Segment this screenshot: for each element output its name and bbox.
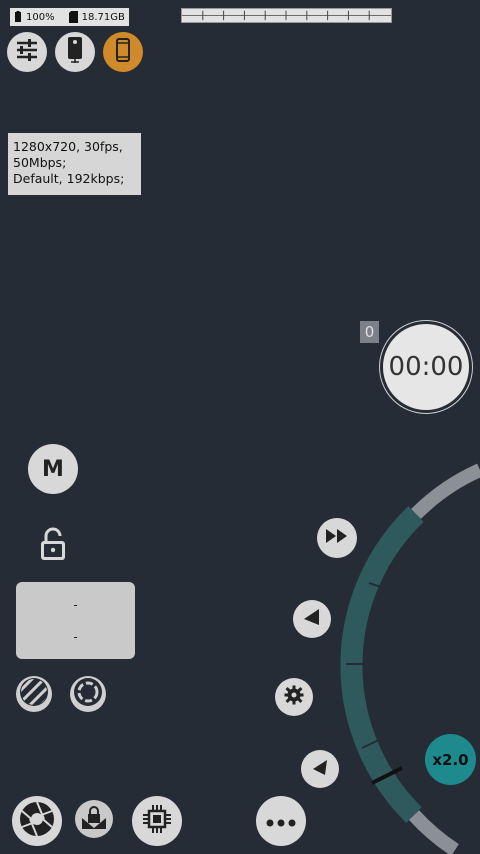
shutter-aperture-icon xyxy=(18,800,56,842)
triangle-left-icon xyxy=(302,607,322,631)
orientation-button[interactable] xyxy=(103,32,143,72)
focus-peaking-icon xyxy=(73,677,103,711)
exposure-value-2: - xyxy=(73,629,78,644)
video-settings-line1: 1280x720, 30fps, xyxy=(13,139,123,154)
clip-counter: 0 xyxy=(360,321,379,343)
settings-button[interactable] xyxy=(275,678,313,716)
sd-card-icon xyxy=(68,11,78,23)
camera-switch-button[interactable] xyxy=(55,32,95,72)
more-icon xyxy=(266,812,296,831)
video-settings-line2: 50Mbps; xyxy=(13,155,67,170)
zoom-level-badge[interactable]: x2.0 xyxy=(425,734,476,785)
phone-icon xyxy=(115,38,131,66)
unlock-icon xyxy=(34,527,72,567)
exposure-lock-button[interactable] xyxy=(75,800,113,838)
battery-icon xyxy=(14,11,22,23)
zoom-needle xyxy=(371,766,403,785)
gear-icon xyxy=(284,685,304,709)
fast-forward-icon xyxy=(325,528,349,548)
previous-button[interactable] xyxy=(293,600,331,638)
processor-button[interactable] xyxy=(132,796,182,846)
zebra-stripes-icon xyxy=(19,677,49,711)
zebra-button[interactable] xyxy=(16,676,52,712)
fast-forward-button[interactable] xyxy=(317,518,357,558)
audio-settings-line: Default, 192kbps; xyxy=(13,171,125,186)
shutter-button[interactable] xyxy=(12,796,62,846)
triangle-right-icon xyxy=(310,757,330,781)
exposure-value-1: - xyxy=(73,597,78,612)
focus-peaking-button[interactable] xyxy=(70,676,106,712)
battery-level: 100% xyxy=(26,11,55,23)
manual-mode-button[interactable]: M xyxy=(28,444,78,494)
zoom-dial xyxy=(340,463,480,854)
audio-level-meter xyxy=(181,8,392,23)
chip-icon xyxy=(142,804,172,838)
more-button[interactable] xyxy=(256,796,306,846)
storage-free: 18.71GB xyxy=(81,11,125,23)
lock-button[interactable] xyxy=(34,525,72,563)
sliders-icon xyxy=(15,39,39,65)
recording-info-panel: 1280x720, 30fps, 50Mbps; Default, 192kbp… xyxy=(8,133,141,195)
phone-camera-icon xyxy=(66,36,84,68)
settings-sliders-button[interactable] xyxy=(7,32,47,72)
exposure-lock-icon xyxy=(81,804,107,834)
exposure-info-panel[interactable]: - - xyxy=(16,582,135,659)
next-button[interactable] xyxy=(301,750,339,788)
status-bar: 100% 18.71GB xyxy=(10,8,129,26)
record-timer-button[interactable]: 00:00 xyxy=(380,321,472,413)
